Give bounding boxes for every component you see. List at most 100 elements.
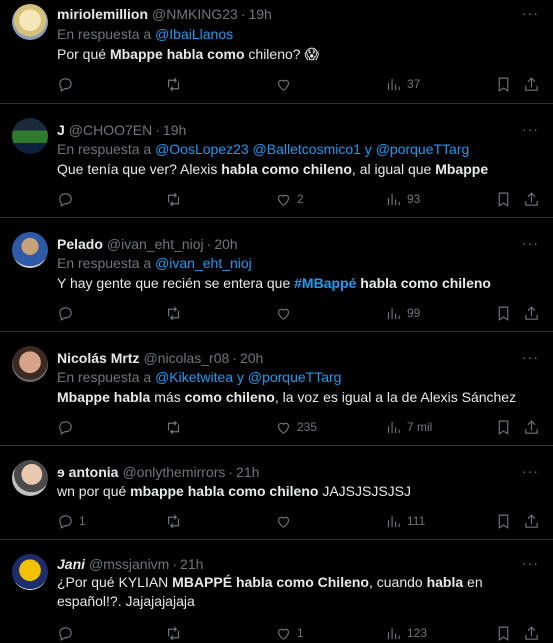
author-name[interactable]: ɘ antonia xyxy=(57,464,118,480)
author-name[interactable]: Pelado xyxy=(57,236,103,252)
like-button[interactable] xyxy=(275,511,297,531)
share-button[interactable] xyxy=(523,511,540,531)
like-icon xyxy=(277,422,290,434)
share-button[interactable] xyxy=(523,74,540,94)
text-part: , al igual que xyxy=(351,161,436,177)
like-button[interactable] xyxy=(275,74,297,94)
text-part-bold: como chileno xyxy=(184,389,275,405)
reply-count: 1 xyxy=(79,514,86,528)
more-options-icon[interactable]: ··· xyxy=(522,464,539,478)
retweet-button[interactable] xyxy=(165,189,187,209)
tweet-text: Por qué Mbappe habla como chileno? 😱 xyxy=(57,45,527,64)
reply-icon xyxy=(59,626,72,641)
more-options-icon[interactable]: ··· xyxy=(522,350,539,364)
like-count: 235 xyxy=(297,420,318,434)
author-handle[interactable]: @onlythemirrors xyxy=(122,464,225,480)
author-name[interactable]: miriolemillion xyxy=(57,6,148,22)
author-name[interactable]: Jani xyxy=(57,556,85,572)
reply-button[interactable] xyxy=(57,189,79,209)
author-handle[interactable]: @nicolas_r08 xyxy=(143,350,229,366)
hashtag-link[interactable]: #MBappé xyxy=(294,275,356,291)
reply-mention[interactable]: @OosLopez23 @Balletcosmico1 y @porqueTTa… xyxy=(155,141,469,157)
author-name[interactable]: J xyxy=(57,122,65,138)
bookmark-button[interactable] xyxy=(495,189,512,209)
reply-icon xyxy=(59,306,72,321)
reply-button[interactable] xyxy=(57,303,79,323)
share-button[interactable] xyxy=(523,417,540,437)
retweet-button[interactable] xyxy=(165,74,187,94)
views-button[interactable]: 93 xyxy=(385,189,420,209)
reply-mention[interactable]: @Kiketwitea y @porqueTTarg xyxy=(155,369,341,385)
bookmark-button[interactable] xyxy=(495,74,512,94)
like-button[interactable]: 235 xyxy=(275,417,317,437)
text-part-bold: habla como chileno xyxy=(356,275,491,291)
reply-button[interactable] xyxy=(57,417,79,437)
views-button[interactable]: 99 xyxy=(385,303,420,323)
avatar[interactable] xyxy=(12,4,48,40)
more-options-icon[interactable]: ··· xyxy=(522,236,539,250)
timestamp[interactable]: 20h xyxy=(240,350,263,366)
author-handle[interactable]: @NMKING23 xyxy=(152,6,238,22)
author-handle[interactable]: @mssjanivm xyxy=(89,556,169,572)
retweet-button[interactable] xyxy=(165,417,187,437)
avatar[interactable] xyxy=(12,460,48,496)
bookmark-button[interactable] xyxy=(495,511,512,531)
timestamp[interactable]: 21h xyxy=(180,556,203,572)
tweet-header: J @CHOO7EN · 19h xyxy=(57,122,186,138)
views-button[interactable]: 111 xyxy=(385,511,425,531)
text-part-bold: mbappe habla como chileno xyxy=(130,483,319,499)
tweet[interactable]: Nicolás Mrtz @nicolas_r08 · 20h ··· En r… xyxy=(0,332,553,446)
author-handle[interactable]: @CHOO7EN xyxy=(69,122,152,138)
reply-mention[interactable]: @IbaiLlanos xyxy=(155,26,233,42)
views-button[interactable]: 37 xyxy=(385,74,420,94)
views-icon xyxy=(387,193,400,205)
share-button[interactable] xyxy=(523,303,540,323)
retweet-icon xyxy=(167,77,180,91)
more-options-icon[interactable]: ··· xyxy=(522,122,539,136)
more-options-icon[interactable]: ··· xyxy=(522,6,539,20)
reply-mention[interactable]: @ivan_eht_nioj xyxy=(155,255,252,271)
tweet[interactable]: ɘ antonia @onlythemirrors · 21h ··· wn p… xyxy=(0,446,553,540)
like-button[interactable]: 2 xyxy=(275,189,304,209)
views-button[interactable]: 123 xyxy=(385,623,427,643)
tweet-header: Nicolás Mrtz @nicolas_r08 · 20h xyxy=(57,350,263,366)
views-button[interactable]: 7 mil xyxy=(385,417,432,437)
bookmark-button[interactable] xyxy=(495,303,512,323)
share-button[interactable] xyxy=(523,189,540,209)
tweet[interactable]: Pelado @ivan_eht_nioj · 20h ··· En respu… xyxy=(0,218,553,332)
tweet[interactable]: miriolemillion @NMKING23 · 19h ··· En re… xyxy=(0,0,553,104)
author-name[interactable]: Nicolás Mrtz xyxy=(57,350,139,366)
avatar[interactable] xyxy=(12,118,48,154)
avatar[interactable] xyxy=(12,346,48,382)
bookmark-button[interactable] xyxy=(495,623,512,643)
reply-button[interactable] xyxy=(57,623,79,643)
reply-button[interactable]: 1 xyxy=(57,511,86,531)
retweet-icon xyxy=(167,306,180,320)
timestamp[interactable]: 19h xyxy=(248,6,271,22)
timestamp[interactable]: 20h xyxy=(214,236,237,252)
timestamp[interactable]: 19h xyxy=(163,122,186,138)
share-button[interactable] xyxy=(523,623,540,643)
text-part: chileno? 😱 xyxy=(244,46,320,62)
reply-button[interactable] xyxy=(57,74,79,94)
like-button[interactable]: 1 xyxy=(275,623,304,643)
views-icon xyxy=(387,515,400,527)
retweet-button[interactable] xyxy=(165,303,187,323)
more-options-icon[interactable]: ··· xyxy=(522,556,539,570)
avatar[interactable] xyxy=(12,554,48,590)
avatar[interactable] xyxy=(12,232,48,268)
text-part: Y hay gente que recién se entera que xyxy=(57,275,295,291)
tweet[interactable]: Jani @mssjanivm · 21h ··· ¿Por qué KYLIA… xyxy=(0,540,553,641)
like-button[interactable] xyxy=(275,303,297,323)
retweet-button[interactable] xyxy=(165,511,187,531)
action-bar: 99 xyxy=(55,303,545,323)
text-part: , la voz es igual a la de Alexis Sánchez xyxy=(274,389,517,405)
text-part-bold: Mbappe habla xyxy=(57,389,151,405)
author-handle[interactable]: @ivan_eht_nioj xyxy=(107,236,204,252)
bookmark-button[interactable] xyxy=(495,417,512,437)
tweet[interactable]: J @CHOO7EN · 19h ··· En respuesta a @Oos… xyxy=(0,104,553,218)
reply-icon xyxy=(59,420,72,435)
timestamp[interactable]: 21h xyxy=(236,464,259,480)
reply-context: En respuesta a @IbaiLlanos xyxy=(57,26,233,42)
retweet-button[interactable] xyxy=(165,623,187,643)
